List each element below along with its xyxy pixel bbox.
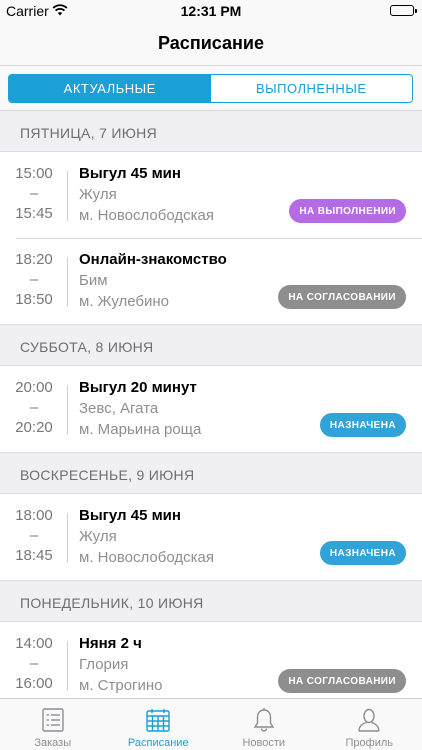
item-title: Выгул 45 мин bbox=[79, 507, 181, 524]
tab-label: Расписание bbox=[127, 737, 189, 749]
tab-schedule[interactable]: Расписание bbox=[106, 699, 212, 750]
schedule-item[interactable]: 18:00 – 18:45 Выгул 45 мин Жуля м. Новос… bbox=[0, 494, 422, 580]
end-time: 18:50 bbox=[15, 291, 53, 308]
page-title: Расписание bbox=[158, 33, 264, 53]
start-time: 14:00 bbox=[15, 635, 53, 652]
vertical-divider bbox=[67, 171, 68, 221]
section-header: ПОНЕДЕЛЬНИК, 10 ИЮНЯ bbox=[20, 595, 204, 611]
time-range: 14:00 – 16:00 bbox=[14, 634, 54, 694]
metro-station: м. Новослободская bbox=[79, 207, 214, 224]
tab-news[interactable]: Новости bbox=[211, 699, 317, 750]
start-time: 15:00 bbox=[15, 165, 53, 182]
metro-station: м. Жулебино bbox=[79, 293, 170, 310]
status-badge: НАЗНАЧЕНА bbox=[319, 413, 406, 437]
time-range: 20:00 – 20:20 bbox=[14, 378, 54, 438]
section-body: 15:00 – 15:45 Выгул 45 мин Жуля м. Новос… bbox=[0, 151, 422, 325]
item-title: Няня 2 ч bbox=[79, 635, 142, 652]
item-title: Онлайн-знакомство bbox=[79, 251, 227, 268]
vertical-divider bbox=[67, 641, 68, 691]
tab-label: Профиль bbox=[345, 737, 394, 749]
status-badge: НА СОГЛАСОВАНИИ bbox=[278, 669, 406, 693]
schedule-item[interactable]: 20:00 – 20:20 Выгул 20 минут Зевс, Агата… bbox=[0, 366, 422, 452]
schedule-item[interactable]: 18:20 – 18:50 Онлайн-знакомство Бим м. Ж… bbox=[0, 238, 422, 324]
metro-station: м. Строгино bbox=[79, 677, 163, 694]
status-badge: НАЗНАЧЕНА bbox=[319, 541, 406, 565]
schedule-list: ПЯТНИЦА, 7 ИЮНЯ 15:00 – 15:45 Выгул 45 м… bbox=[0, 111, 422, 698]
pet-name: Жуля bbox=[79, 528, 117, 545]
orders-list-icon bbox=[40, 707, 66, 733]
tab-orders[interactable]: Заказы bbox=[0, 699, 106, 750]
start-time: 20:00 bbox=[15, 379, 53, 396]
time-range: 18:20 – 18:50 bbox=[14, 250, 54, 310]
calendar-icon bbox=[145, 707, 171, 733]
vertical-divider bbox=[67, 385, 68, 435]
start-time: 18:00 bbox=[15, 507, 53, 524]
end-time: 20:20 bbox=[15, 419, 53, 436]
pet-name: Бим bbox=[79, 272, 108, 289]
bell-icon bbox=[251, 707, 277, 733]
tab-label: Заказы bbox=[34, 737, 72, 749]
tab-label: Новости bbox=[242, 737, 286, 749]
schedule-item[interactable]: 15:00 – 15:45 Выгул 45 мин Жуля м. Новос… bbox=[0, 152, 422, 238]
section-body: 14:00 – 16:00 Няня 2 ч Глория м. Строгин… bbox=[0, 621, 422, 698]
tab-bar: Заказы Расписание Новости Профиль bbox=[0, 698, 422, 750]
item-info: Выгул 20 минут Зевс, Агата м. Марьина ро… bbox=[79, 378, 201, 440]
section-header: ПЯТНИЦА, 7 ИЮНЯ bbox=[20, 125, 157, 141]
end-time: 16:00 bbox=[15, 675, 53, 692]
vertical-divider bbox=[67, 513, 68, 563]
status-badge: НА СОГЛАСОВАНИИ bbox=[278, 285, 406, 309]
section-header: ВОСКРЕСЕНЬЕ, 9 ИЮНЯ bbox=[20, 467, 195, 483]
item-info: Выгул 45 мин Жуля м. Новослободская bbox=[79, 506, 214, 568]
time-range: 18:00 – 18:45 bbox=[14, 506, 54, 566]
time-range: 15:00 – 15:45 bbox=[14, 164, 54, 224]
time-dash: – bbox=[29, 399, 39, 416]
segment-current[interactable]: АКТУАЛЬНЫЕ bbox=[9, 75, 211, 102]
time-dash: – bbox=[29, 185, 39, 202]
time-dash: – bbox=[29, 271, 39, 288]
time-dash: – bbox=[29, 527, 39, 544]
time-dash: – bbox=[29, 655, 39, 672]
battery-icon bbox=[390, 5, 417, 16]
end-time: 18:45 bbox=[15, 547, 53, 564]
pet-name: Глория bbox=[79, 656, 129, 673]
start-time: 18:20 bbox=[15, 251, 53, 268]
item-title: Выгул 45 мин bbox=[79, 165, 181, 182]
end-time: 15:45 bbox=[15, 205, 53, 222]
status-badge: НА ВЫПОЛНЕНИИ bbox=[289, 199, 406, 223]
metro-station: м. Новослободская bbox=[79, 549, 214, 566]
section-header: СУББОТА, 8 ИЮНЯ bbox=[20, 339, 154, 355]
item-info: Выгул 45 мин Жуля м. Новослободская bbox=[79, 164, 214, 226]
section-body: 20:00 – 20:20 Выгул 20 минут Зевс, Агата… bbox=[0, 365, 422, 453]
segmented-control: АКТУАЛЬНЫЕ ВЫПОЛНЕННЫЕ bbox=[8, 74, 413, 103]
pet-name: Зевс, Агата bbox=[79, 400, 159, 417]
segment-completed[interactable]: ВЫПОЛНЕННЫЕ bbox=[210, 75, 412, 102]
metro-station: м. Марьина роща bbox=[79, 421, 202, 438]
vertical-divider bbox=[67, 257, 68, 307]
item-title: Выгул 20 минут bbox=[79, 379, 197, 396]
status-bar: Carrier 12:31 PM bbox=[0, 0, 422, 22]
segment-bar: АКТУАЛЬНЫЕ ВЫПОЛНЕННЫЕ bbox=[0, 66, 422, 111]
item-info: Онлайн-знакомство Бим м. Жулебино bbox=[79, 250, 227, 312]
profile-icon bbox=[356, 707, 382, 733]
tab-profile[interactable]: Профиль bbox=[317, 699, 422, 750]
section-body: 18:00 – 18:45 Выгул 45 мин Жуля м. Новос… bbox=[0, 493, 422, 581]
schedule-item[interactable]: 14:00 – 16:00 Няня 2 ч Глория м. Строгин… bbox=[0, 622, 422, 698]
navigation-bar: Расписание bbox=[0, 22, 422, 66]
pet-name: Жуля bbox=[79, 186, 117, 203]
item-info: Няня 2 ч Глория м. Строгино bbox=[79, 634, 163, 696]
status-time: 12:31 PM bbox=[180, 3, 242, 19]
